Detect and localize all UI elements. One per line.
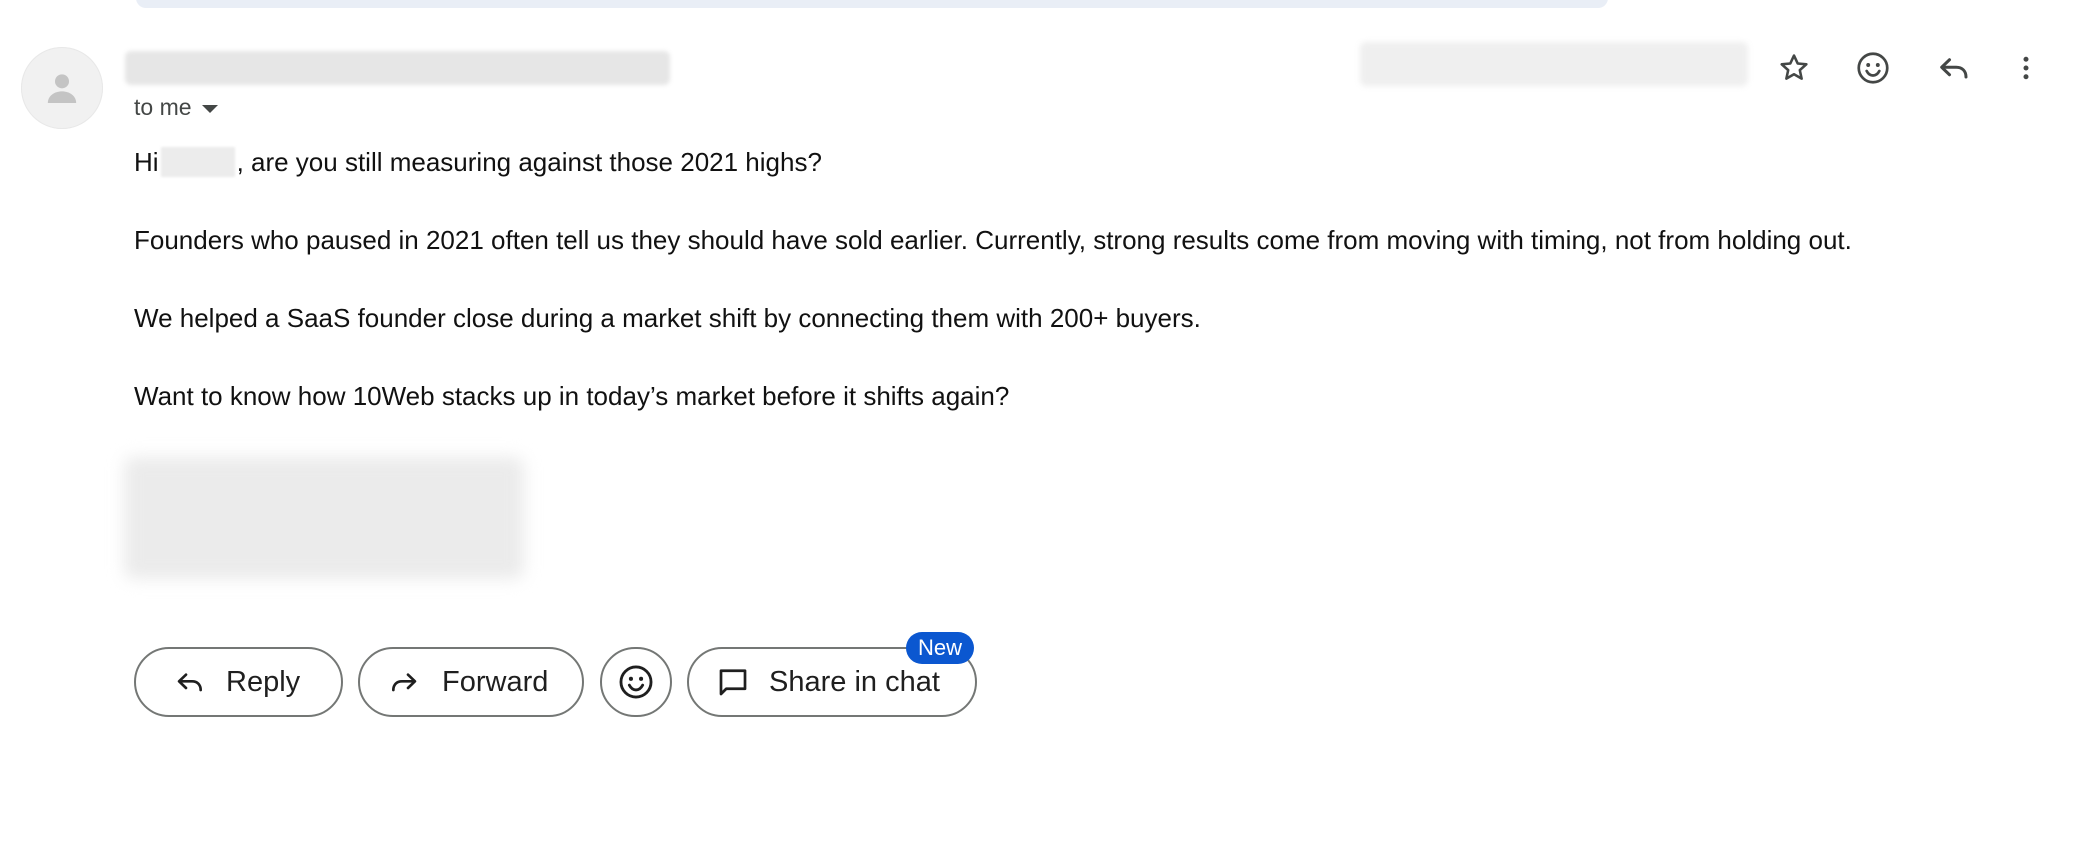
signature-redacted <box>124 457 524 579</box>
greeting-line: Hi , are you still measuring against thos… <box>134 146 2034 178</box>
reply-label: Reply <box>226 665 301 698</box>
emoji-icon <box>1857 52 1889 84</box>
person-icon <box>47 74 77 103</box>
email-view: to me Hi , are you still measuring agains… <box>0 0 2074 850</box>
reply-button[interactable]: Reply <box>134 647 343 717</box>
forward-icon <box>388 666 420 698</box>
date-redacted <box>1360 42 1748 86</box>
body-paragraph: Want to know how 10Web stacks up in toda… <box>134 381 1010 411</box>
sender-avatar[interactable] <box>21 47 103 129</box>
recipient-name-redacted <box>160 147 235 177</box>
star-button[interactable] <box>1772 46 1816 90</box>
sender-name-redacted <box>125 51 670 85</box>
emoji-reaction-button[interactable] <box>600 647 672 717</box>
top-search-bar-edge <box>136 0 1608 8</box>
greeting-prefix: Hi <box>134 147 159 177</box>
message-body: Hi , are you still measuring against thos… <box>134 146 2034 458</box>
more-options-button[interactable] <box>2004 46 2048 90</box>
star-icon <box>1780 54 1808 80</box>
chat-icon <box>715 664 751 700</box>
recipient-details-toggle[interactable]: to me <box>134 94 218 121</box>
reply-icon <box>174 666 206 698</box>
reply-header-button[interactable] <box>1932 46 1976 90</box>
greeting-suffix: , are you still measuring against those … <box>236 147 822 177</box>
emoji-icon <box>617 663 655 701</box>
add-reaction-button[interactable] <box>1851 46 1895 90</box>
share-label: Share in chat <box>769 665 940 698</box>
forward-label: Forward <box>442 665 549 698</box>
reply-icon <box>1940 58 1968 79</box>
forward-button[interactable]: Forward <box>358 647 584 717</box>
body-paragraph: Founders who paused in 2021 often tell u… <box>134 225 1852 255</box>
caret-down-icon <box>201 104 218 113</box>
recipient-label: to me <box>134 94 192 120</box>
body-paragraph: We helped a SaaS founder close during a … <box>134 303 1201 333</box>
more-vert-icon <box>2023 56 2029 80</box>
new-badge: New <box>906 632 975 664</box>
